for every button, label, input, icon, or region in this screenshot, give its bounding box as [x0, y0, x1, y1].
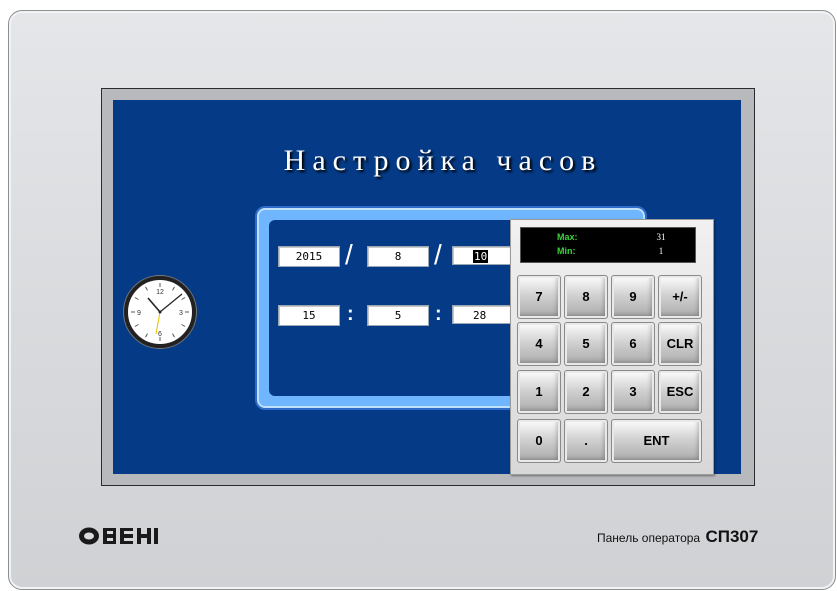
svg-text:12: 12 — [156, 289, 164, 296]
seconds-input[interactable]: 28 — [452, 305, 512, 324]
device-label: Панель оператора СП307 — [597, 527, 758, 547]
numeric-keypad: Max: 31 Min: 1 7 8 9 +/- 4 5 6 CLR 1 2 3… — [510, 219, 714, 475]
svg-text:3: 3 — [179, 310, 183, 317]
svg-text:9: 9 — [137, 310, 141, 317]
date-separator: / — [434, 239, 442, 270]
key-decimal-point[interactable]: . — [564, 419, 608, 463]
key-0[interactable]: 0 — [517, 419, 561, 463]
max-label: Max: — [557, 232, 578, 242]
key-1[interactable]: 1 — [517, 370, 561, 414]
svg-text:6: 6 — [158, 331, 162, 338]
key-plus-minus[interactable]: +/- — [658, 275, 702, 319]
limits-display: Max: 31 Min: 1 — [520, 227, 696, 263]
key-6[interactable]: 6 — [611, 322, 655, 366]
time-separator: : — [347, 303, 354, 325]
max-value: 31 — [656, 232, 666, 242]
escape-button[interactable]: ESC — [658, 370, 702, 414]
device-label-text: Панель оператора — [597, 531, 701, 545]
time-separator: : — [435, 303, 442, 325]
date-separator: / — [345, 239, 353, 270]
minutes-input[interactable]: 5 — [367, 305, 429, 326]
analog-clock-icon: 12 3 6 9 — [124, 276, 196, 348]
key-2[interactable]: 2 — [564, 370, 608, 414]
clear-button[interactable]: CLR — [658, 322, 702, 366]
month-input[interactable]: 8 — [367, 246, 429, 267]
day-input[interactable]: 10 — [452, 246, 512, 265]
min-value: 1 — [658, 246, 664, 256]
brand-logo — [78, 526, 170, 551]
page-title: Настройка часов — [283, 144, 603, 177]
hours-input[interactable]: 15 — [278, 305, 340, 326]
min-label: Min: — [557, 246, 576, 256]
key-3[interactable]: 3 — [611, 370, 655, 414]
key-8[interactable]: 8 — [564, 275, 608, 319]
key-7[interactable]: 7 — [517, 275, 561, 319]
key-4[interactable]: 4 — [517, 322, 561, 366]
enter-button[interactable]: ENT — [611, 419, 702, 463]
key-5[interactable]: 5 — [564, 322, 608, 366]
year-input[interactable]: 2015 — [278, 246, 340, 267]
device-model: СП307 — [705, 527, 759, 546]
key-9[interactable]: 9 — [611, 275, 655, 319]
